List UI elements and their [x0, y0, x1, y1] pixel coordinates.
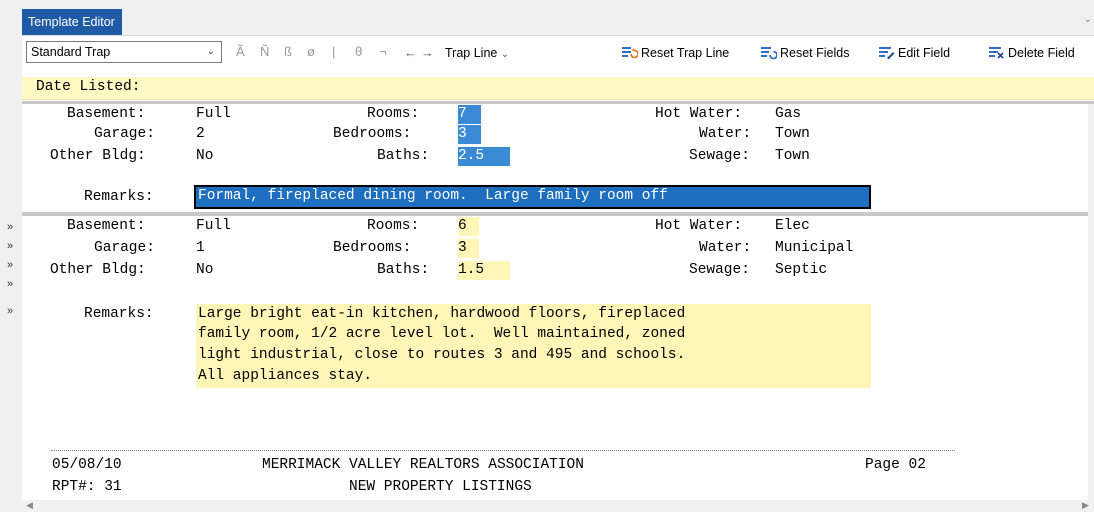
toolbar: Standard Trap ⌄ Ã Ñ ß ø | θ ¬ ← → Trap L… — [22, 35, 1094, 70]
basement-value: Full — [196, 218, 231, 234]
hot-water-value: Elec — [775, 218, 810, 234]
tab-overflow-icon[interactable]: ⌄ — [1084, 14, 1092, 25]
baths-label: Baths: — [377, 148, 430, 164]
delete-field-button[interactable]: Delete Field — [988, 44, 1075, 62]
tab-strip: Template Editor ⌄ — [0, 0, 1094, 35]
char-n-tilde-button[interactable]: Ñ — [260, 43, 269, 61]
char-not-button[interactable]: ¬ — [379, 43, 387, 61]
horizontal-scrollbar[interactable]: ◀ ▶ — [22, 500, 1094, 512]
edit-field-icon — [879, 47, 895, 60]
reset-trap-line-icon — [622, 47, 638, 59]
bedrooms-label: Bedrooms: — [333, 240, 412, 256]
hot-water-label: Hot Water: — [655, 106, 743, 122]
baths-label: Baths: — [377, 262, 430, 278]
char-a-tilde-button[interactable]: Ã — [236, 43, 245, 61]
reset-fields-icon — [761, 47, 777, 60]
tab-template-editor[interactable]: Template Editor — [22, 9, 122, 35]
remarks-label: Remarks: — [84, 306, 154, 322]
garage-value: 2 — [196, 126, 205, 142]
sewage-label: Sewage: — [689, 262, 750, 278]
other-bldg-value: No — [196, 262, 214, 278]
remarks-line: All appliances stay. — [198, 368, 373, 384]
other-bldg-label: Other Bldg: — [50, 148, 146, 164]
chevron-down-icon: ⌄ — [500, 49, 510, 60]
edit-field-label: Edit Field — [898, 46, 951, 60]
garage-value: 1 — [196, 240, 205, 256]
delete-field-label: Delete Field — [1008, 46, 1075, 60]
trap-type-value: Standard Trap — [31, 45, 111, 59]
char-theta-button[interactable]: θ — [355, 43, 362, 61]
garage-label: Garage: — [94, 126, 155, 142]
sewage-value: Septic — [775, 262, 828, 278]
bedrooms-label: Bedrooms: — [333, 126, 412, 142]
trap-line-button[interactable]: Trap Line ⌄ — [445, 44, 509, 64]
baths-field[interactable]: 2.5 — [458, 147, 511, 166]
reset-trap-line-label: Reset Trap Line — [641, 46, 730, 60]
trap-line-marker-icon[interactable]: » — [7, 278, 13, 290]
reset-trap-line-button[interactable]: Reset Trap Line — [621, 44, 729, 62]
basement-value: Full — [196, 106, 231, 122]
trap-line-marker-icon[interactable]: » — [7, 221, 13, 233]
arrow-left-icon[interactable]: ← — [404, 44, 417, 62]
vertical-scrollbar[interactable] — [1088, 104, 1094, 500]
chevron-down-icon: ⌄ — [206, 46, 215, 57]
char-o-slash-button[interactable]: ø — [307, 43, 315, 61]
arrow-right-icon[interactable]: → — [421, 44, 434, 62]
trap-line-marker-icon[interactable]: » — [7, 259, 13, 271]
remarks-label: Remarks: — [84, 189, 154, 205]
edit-field-button[interactable]: Edit Field — [878, 44, 950, 62]
water-label: Water: — [699, 240, 752, 256]
scroll-right-icon[interactable]: ▶ — [1082, 500, 1089, 511]
trap-line-marker-icon[interactable]: » — [7, 240, 13, 252]
basement-label: Basement: — [67, 106, 146, 122]
report-date: 05/08/10 — [52, 457, 122, 473]
other-bldg-label: Other Bldg: — [50, 262, 146, 278]
trap-line-label: Trap Line — [445, 46, 498, 60]
remarks-text: Formal, fireplaced dining room. Large fa… — [198, 188, 668, 204]
sewage-label: Sewage: — [689, 148, 750, 164]
toolbar-divider: | — [332, 44, 336, 59]
water-value: Town — [775, 126, 810, 142]
trap-line-marker-icon[interactable]: » — [7, 305, 13, 317]
hot-water-value: Gas — [775, 106, 802, 122]
bedrooms-field[interactable]: 3 — [458, 125, 481, 144]
char-eszett-button[interactable]: ß — [284, 43, 292, 61]
date-listed-label: Date Listed: — [36, 79, 141, 95]
other-bldg-value: No — [196, 148, 214, 164]
report-subtitle: NEW PROPERTY LISTINGS — [349, 479, 532, 495]
scroll-left-icon[interactable]: ◀ — [26, 500, 33, 511]
trap-type-select[interactable]: Standard Trap ⌄ — [26, 41, 222, 63]
rooms-label: Rooms: — [367, 106, 420, 122]
report-editor[interactable]: Date Listed: Basement: Full Rooms: 7 Hot… — [22, 68, 1094, 500]
water-label: Water: — [699, 126, 752, 142]
association-name: MERRIMACK VALLEY REALTORS ASSOCIATION — [262, 457, 584, 473]
basement-label: Basement: — [67, 218, 146, 234]
report-number: RPT#: 31 — [52, 479, 122, 495]
splitter[interactable] — [22, 212, 1094, 216]
remarks-line: light industrial, close to routes 3 and … — [198, 347, 686, 363]
reset-fields-button[interactable]: Reset Fields — [760, 44, 849, 62]
page-break-line — [51, 450, 955, 451]
garage-label: Garage: — [94, 240, 155, 256]
remarks-field-selected[interactable]: Formal, fireplaced dining room. Large fa… — [194, 185, 871, 209]
page-number: Page 02 — [865, 457, 926, 473]
sewage-value: Town — [775, 148, 810, 164]
baths-field[interactable]: 1.5 — [458, 261, 511, 280]
line-gutter: » » » » » — [0, 68, 22, 512]
delete-field-icon — [989, 47, 1004, 59]
rooms-field[interactable]: 7 — [458, 105, 481, 124]
date-listed-band: Date Listed: — [22, 77, 1094, 100]
remarks-line: family room, 1/2 acre level lot. Well ma… — [198, 326, 686, 342]
water-value: Municipal — [775, 240, 854, 256]
reset-fields-label: Reset Fields — [780, 46, 850, 60]
splitter[interactable] — [22, 101, 1094, 104]
remarks-field[interactable]: Large bright eat-in kitchen, hardwood fl… — [196, 304, 871, 388]
rooms-field[interactable]: 6 — [458, 217, 479, 236]
rooms-label: Rooms: — [367, 218, 420, 234]
remarks-line: Large bright eat-in kitchen, hardwood fl… — [198, 306, 686, 322]
bedrooms-field[interactable]: 3 — [458, 239, 479, 258]
hot-water-label: Hot Water: — [655, 218, 743, 234]
